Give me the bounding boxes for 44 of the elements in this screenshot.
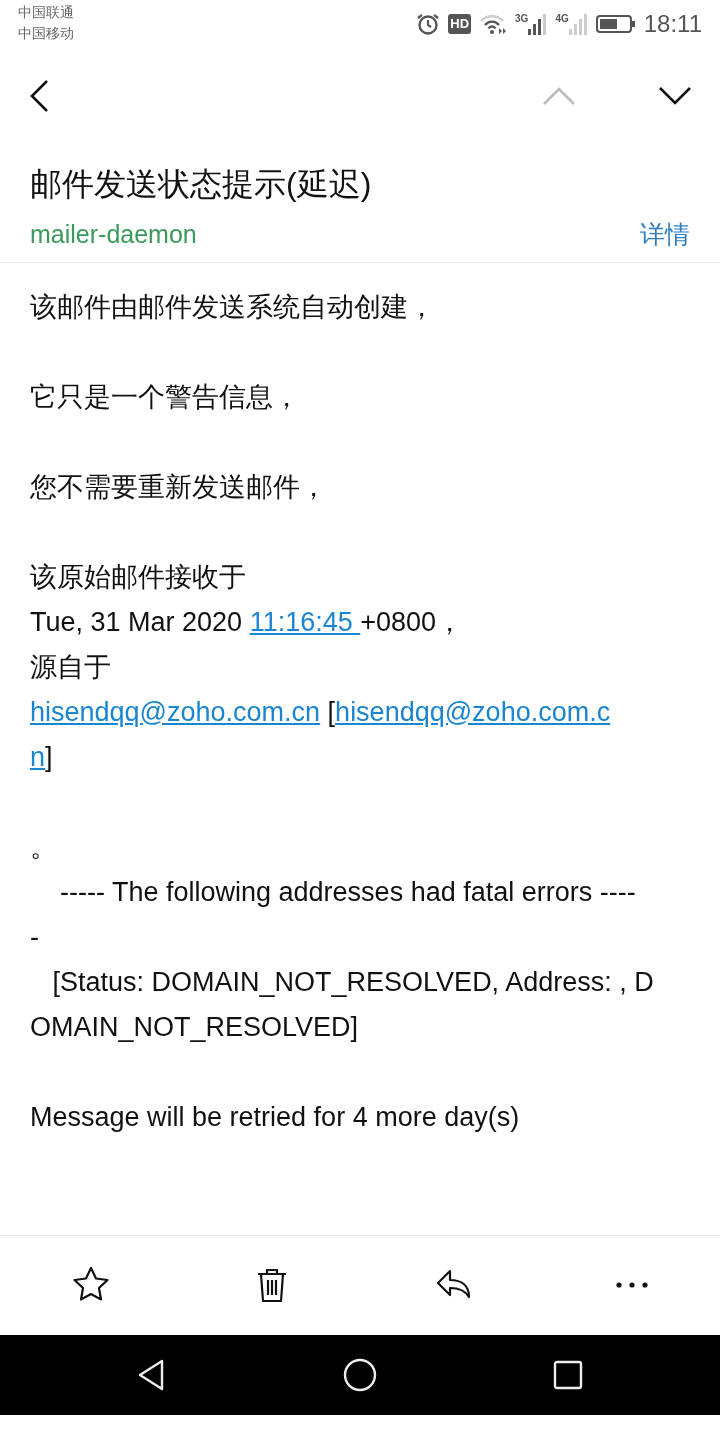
more-button[interactable]	[616, 1282, 649, 1288]
email-link[interactable]: 11:16:45	[249, 606, 361, 637]
more-icon	[616, 1282, 649, 1288]
hd-badge: HD	[448, 14, 472, 34]
home-nav-button[interactable]	[343, 1357, 377, 1392]
body-text: 您不需要重新发送邮件，	[30, 470, 328, 504]
home-nav-icon	[343, 1357, 377, 1392]
body-text: Message will be retried for 4 more day(s)	[30, 1100, 521, 1134]
body-text: [	[326, 696, 336, 727]
wifi-icon	[479, 13, 508, 35]
chevron-down-icon	[658, 86, 692, 106]
email-link[interactable]: hisendqq@zoho.com.cn	[30, 696, 321, 727]
carrier-label: 中国联通	[18, 3, 74, 22]
battery-icon	[595, 14, 636, 34]
body-text: ----- The following addresses had fatal errors ----	[59, 875, 637, 909]
chevron-up-icon	[542, 86, 576, 106]
carrier-label: 中国移动	[18, 24, 74, 43]
details-link[interactable]: 详情	[640, 216, 690, 254]
sender-name: mailer-daemon	[30, 219, 197, 250]
back-button[interactable]	[28, 79, 50, 113]
body-text: OMAIN_NOT_RESOLVED]	[30, 1010, 360, 1044]
next-button[interactable]	[658, 86, 692, 106]
signal-icon	[568, 13, 588, 35]
network-label: 3G	[515, 13, 529, 25]
signal-icon	[528, 13, 548, 35]
body-text: 该原始邮件接收于	[30, 560, 247, 594]
status-time: 18:11	[643, 9, 702, 39]
body-text: Tue, 31 Mar 2020	[30, 606, 244, 637]
back-icon	[28, 79, 50, 113]
email-link[interactable]: n	[30, 741, 46, 772]
email-link[interactable]: hisendqq@zoho.com.c	[335, 696, 611, 727]
email-subject: 邮件发送状态提示(延迟)	[30, 165, 373, 204]
star-icon	[71, 1266, 110, 1304]
star-button[interactable]	[71, 1266, 110, 1304]
body-text: -	[30, 920, 40, 954]
body-text: 它只是一个警告信息，	[30, 380, 301, 414]
network-label: 4G	[555, 13, 569, 25]
body-text: +0800，	[360, 606, 464, 637]
body-text: [Status: DOMAIN_NOT_RESOLVED, Address: , D	[51, 965, 655, 999]
body-text: 源自于	[30, 650, 112, 684]
body-text: ]	[45, 741, 53, 772]
body-text: 该邮件由邮件发送系统自动创建，	[30, 290, 436, 324]
body-text: 。	[30, 830, 58, 864]
alarm-icon	[416, 12, 441, 36]
